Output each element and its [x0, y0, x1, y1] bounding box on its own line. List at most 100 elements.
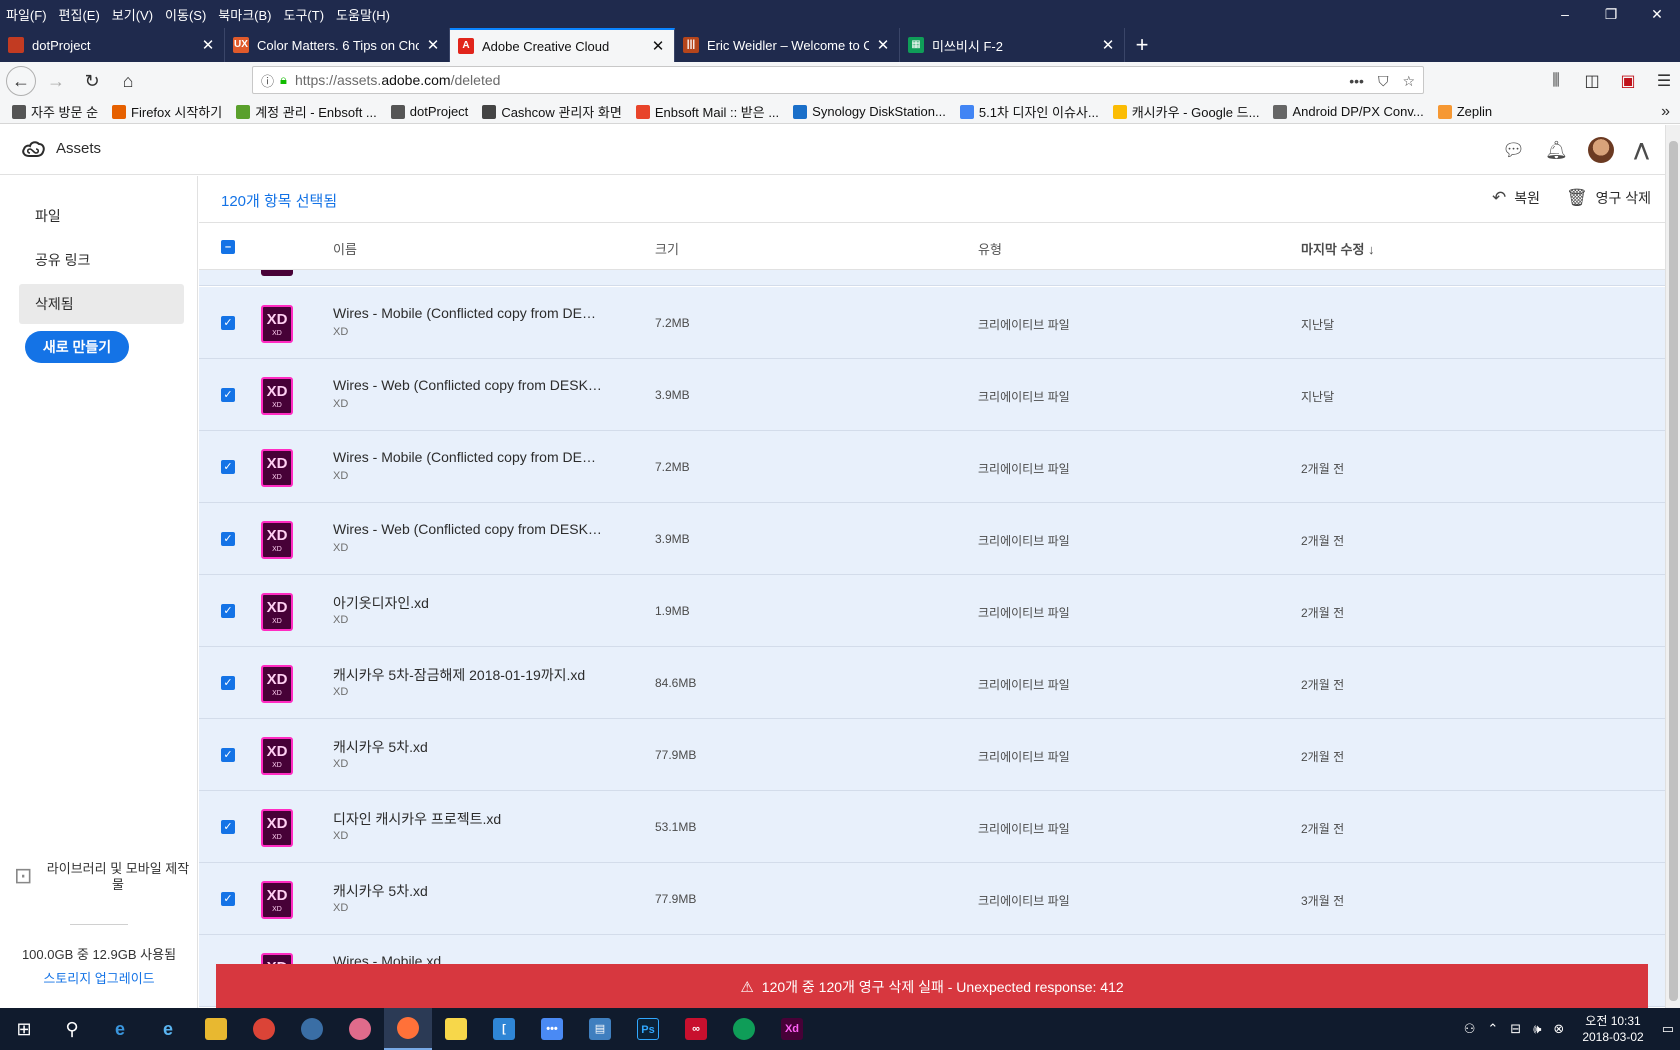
file-name[interactable]: Wires - Mobile (Conflicted copy from DE…: [333, 305, 603, 321]
bookmark-item[interactable]: Android DP/PX Conv...: [1273, 104, 1424, 119]
ie-icon[interactable]: e: [144, 1008, 192, 1050]
column-size[interactable]: 크기: [655, 239, 679, 258]
sidebar-icon[interactable]: ◫: [1576, 71, 1608, 91]
column-modified[interactable]: 마지막 수정 ↓: [1301, 239, 1375, 258]
bookmark-star-icon[interactable]: ☆: [1402, 73, 1415, 90]
tab[interactable]: UX Color Matters. 6 Tips on Choo ✕: [225, 28, 450, 62]
creative-cloud-icon[interactable]: ∞: [672, 1008, 720, 1050]
menu-item[interactable]: 보기(V): [112, 5, 153, 24]
bookmark-item[interactable]: 자주 방문 순: [12, 102, 98, 121]
library-icon[interactable]: ⫼: [1540, 72, 1572, 90]
pocket-icon[interactable]: ⛉: [1378, 73, 1389, 90]
menu-item[interactable]: 북마크(B): [218, 5, 271, 24]
chrome-icon[interactable]: [720, 1008, 768, 1050]
ime-icon[interactable]: ⊗: [1553, 1021, 1564, 1037]
close-window-button[interactable]: ✕: [1634, 0, 1680, 28]
row-checkbox[interactable]: ✓: [221, 532, 235, 546]
url-text[interactable]: https://assets.adobe.com/deleted: [295, 72, 500, 88]
clock[interactable]: 오전 10:31 2018-03-02: [1582, 1013, 1643, 1045]
creative-cloud-logo-icon[interactable]: [20, 138, 46, 162]
file-name[interactable]: 캐시카우 5차.xd: [333, 737, 603, 757]
table-row[interactable]: ✓ XD XD Wires - Web (Conflicted copy from D…: [199, 359, 1665, 431]
row-checkbox[interactable]: ✓: [221, 460, 235, 474]
bookmark-item[interactable]: Synology DiskStation...: [793, 104, 946, 119]
file-explorer-icon[interactable]: [192, 1008, 240, 1050]
table-row[interactable]: ✓ XD XD Wires - Mobile (Conflicted copy fro…: [199, 287, 1665, 359]
tab[interactable]: A Adobe Creative Cloud ✕: [450, 28, 675, 62]
restore-button[interactable]: ❐: [1588, 0, 1634, 28]
menu-item[interactable]: 이동(S): [165, 5, 206, 24]
app-icon-dots[interactable]: •••: [528, 1008, 576, 1050]
reload-button[interactable]: ↻: [76, 65, 108, 97]
tab[interactable]: ▦ 미쓰비시 F-2 ✕: [900, 28, 1125, 62]
library-link[interactable]: ⊡ 라이브러리 및 모바일 제작물: [14, 861, 194, 893]
table-row[interactable]: ✓ XD XD Wires - Mobile (Conflicted copy fro…: [199, 431, 1665, 503]
volume-icon[interactable]: 🕪︎: [1533, 1021, 1541, 1037]
firefox-icon[interactable]: [384, 1008, 432, 1050]
chrome-icon[interactable]: [240, 1008, 288, 1050]
restore-button[interactable]: ↶ 복원: [1492, 188, 1540, 208]
file-name[interactable]: Wires - Web (Conflicted copy from DESK…: [333, 377, 603, 393]
bookmark-item[interactable]: Cashcow 관리자 화면: [482, 102, 622, 121]
page-actions-icon[interactable]: •••: [1349, 73, 1364, 89]
delete-forever-button[interactable]: 🗑︎ 영구 삭제: [1566, 188, 1651, 208]
row-checkbox[interactable]: ✓: [221, 892, 235, 906]
new-tab-button[interactable]: +: [1125, 28, 1159, 62]
avatar[interactable]: [1587, 137, 1614, 163]
hamburger-menu-icon[interactable]: ☰: [1648, 71, 1680, 91]
tray-overflow-icon[interactable]: ⌃: [1487, 1021, 1498, 1037]
bookmark-item[interactable]: 계정 관리 - Enbsoft ...: [236, 102, 377, 121]
bookmark-item[interactable]: Zeplin: [1437, 104, 1492, 119]
adobe-acrobat-icon[interactable]: ▣: [1612, 71, 1644, 91]
table-row[interactable]: ✓ XD XD 아기옷디자인.xd XD 1.9MB 크리에이티브 파일 2개월 전: [199, 575, 1665, 647]
table-row[interactable]: ✓ XD XD 캐시카우 5차.xd XD 77.9MB 크리에이티브 파일 2개월 전: [199, 719, 1665, 791]
app-icon-bracket[interactable]: [: [480, 1008, 528, 1050]
bell-icon[interactable]: 🔔︎: [1545, 140, 1568, 161]
bookmark-item[interactable]: 캐시카우 - Google 드...: [1112, 102, 1259, 121]
bookmark-item[interactable]: dotProject: [390, 104, 468, 119]
search-icon[interactable]: ⚲: [48, 1008, 96, 1050]
app-icon-umbrella[interactable]: [336, 1008, 384, 1050]
adobe-xd-icon[interactable]: Xd: [768, 1008, 816, 1050]
table-row[interactable]: ✓ XD XD 캐시카우 5차-잠금해제 2018-01-19까지.xd XD 84.6M…: [199, 647, 1665, 719]
close-tab-icon[interactable]: ✕: [650, 37, 666, 55]
home-button[interactable]: ⌂: [112, 65, 144, 97]
network-icon[interactable]: ⊟: [1510, 1021, 1521, 1037]
file-name[interactable]: 아기옷디자인.xd: [333, 593, 603, 613]
file-name[interactable]: Wires - Mobile (Conflicted copy from DE…: [333, 449, 603, 465]
table-row[interactable]: ✓ XD XD Wires - Web (Conflicted copy from D…: [199, 503, 1665, 575]
row-checkbox[interactable]: ✓: [221, 820, 235, 834]
row-checkbox[interactable]: ✓: [221, 748, 235, 762]
people-icon[interactable]: ⚇: [1464, 1021, 1476, 1037]
bookmark-item[interactable]: Firefox 시작하기: [112, 102, 222, 121]
close-tab-icon[interactable]: ✕: [200, 36, 216, 54]
sidebar-item-shared-links[interactable]: 공유 링크: [19, 240, 184, 280]
app-icon-globe[interactable]: [288, 1008, 336, 1050]
row-checkbox[interactable]: ✓: [221, 676, 235, 690]
file-name[interactable]: 캐시카우 5차-잠금해제 2018-01-19까지.xd: [333, 665, 603, 685]
bookmarks-overflow-icon[interactable]: »: [1661, 100, 1670, 124]
tab[interactable]: ||| Eric Weidler – Welcome to CC ✕: [675, 28, 900, 62]
sticky-notes-icon[interactable]: [432, 1008, 480, 1050]
photoshop-icon[interactable]: Ps: [624, 1008, 672, 1050]
scrollbar-thumb[interactable]: [1669, 141, 1678, 1001]
close-tab-icon[interactable]: ✕: [875, 36, 891, 54]
bookmark-item[interactable]: Enbsoft Mail :: 받은 ...: [635, 102, 779, 121]
info-icon[interactable]: ⓘ: [261, 71, 274, 90]
menu-item[interactable]: 파일(F): [6, 5, 47, 24]
file-name[interactable]: 디자인 캐시카우 프로젝트.xd: [333, 809, 603, 829]
storage-upgrade-link[interactable]: 스토리지 업그레이드: [0, 968, 198, 987]
forward-button[interactable]: →: [40, 65, 72, 97]
page-scrollbar[interactable]: [1665, 125, 1680, 1008]
file-name[interactable]: Wires - Web (Conflicted copy from DESK…: [333, 521, 603, 537]
bookmark-item[interactable]: 5.1차 디자인 이슈사...: [959, 102, 1099, 121]
windows-start-icon[interactable]: ⊞: [0, 1008, 48, 1050]
row-checkbox[interactable]: ✓: [221, 316, 235, 330]
sidebar-item-files[interactable]: 파일: [19, 196, 184, 236]
menu-item[interactable]: 도구(T): [284, 5, 325, 24]
minimize-button[interactable]: –: [1542, 0, 1588, 28]
notifications-icon[interactable]: ▭: [1662, 1021, 1674, 1037]
back-button[interactable]: ←: [6, 66, 36, 96]
table-row-partial[interactable]: [199, 270, 1665, 286]
edge-icon[interactable]: e: [96, 1008, 144, 1050]
